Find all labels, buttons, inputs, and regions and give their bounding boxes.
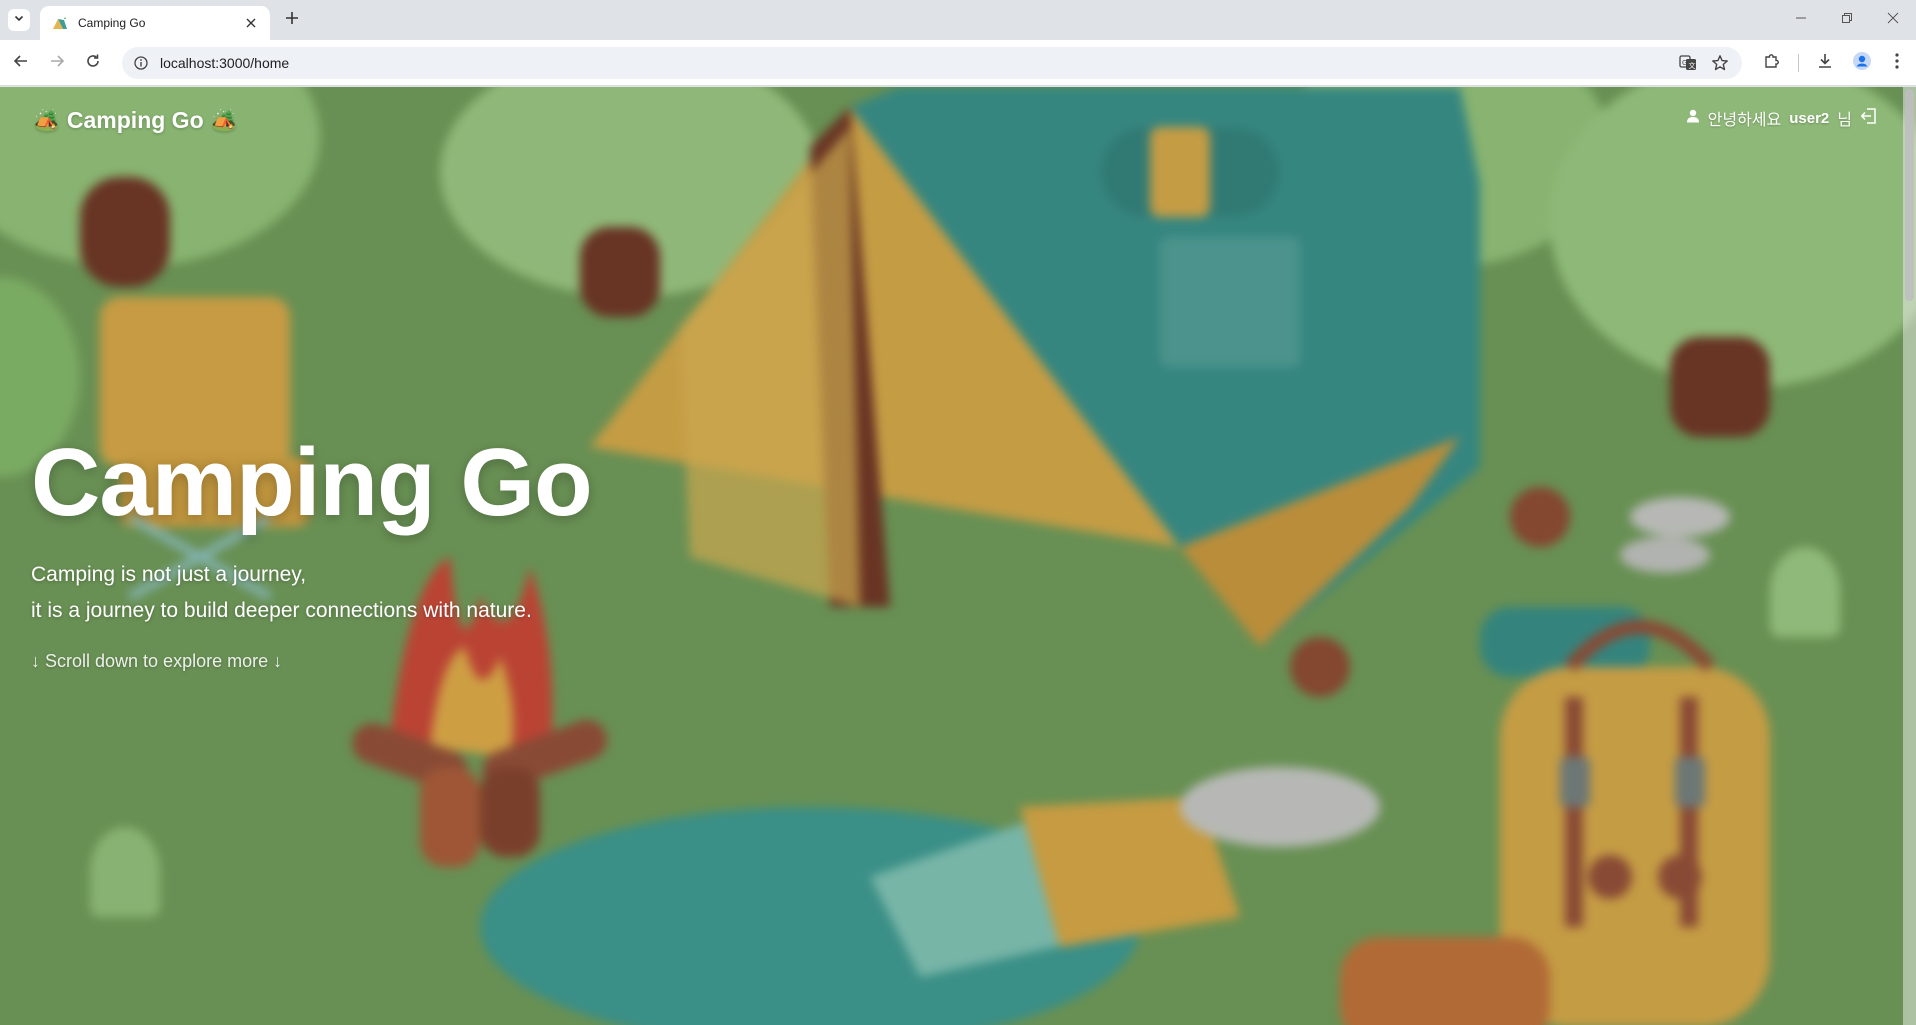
hero-subtitle-line: Camping is not just a journey, (31, 563, 307, 586)
site-header: 🏕️ Camping Go 🏕️ 안녕하세요 user2 님 (0, 87, 1916, 153)
browser-toolbar: localhost:3000/home G文 (0, 40, 1916, 86)
tab-list-button[interactable] (8, 9, 30, 31)
minimize-icon (1795, 11, 1807, 29)
forward-arrow-icon (49, 53, 65, 74)
profile-icon (1852, 51, 1872, 76)
forward-button[interactable] (45, 51, 69, 75)
url-text[interactable]: localhost:3000/home (160, 55, 1678, 71)
chevron-down-icon (13, 11, 25, 29)
back-button[interactable] (9, 51, 33, 75)
extensions-button[interactable] (1760, 51, 1784, 75)
puzzle-icon (1763, 52, 1781, 75)
download-icon (1816, 52, 1834, 75)
tent-emoji-icon: 🏕️ (34, 110, 59, 132)
logout-icon[interactable] (1860, 107, 1878, 130)
page-scrollbar[interactable] (1903, 87, 1916, 1025)
user-menu: 안녕하세요 user2 님 (1686, 106, 1878, 130)
scroll-hint: ↓ Scroll down to explore more ↓ (31, 651, 283, 671)
hero-subtitle-line: it is a journey to build deeper connecti… (31, 599, 532, 622)
downloads-button[interactable] (1813, 51, 1837, 75)
user-icon (1686, 109, 1700, 128)
address-bar[interactable]: localhost:3000/home G文 (122, 47, 1742, 79)
reload-button[interactable] (81, 51, 105, 75)
logo-text: Camping Go (66, 107, 204, 133)
username: user2 (1789, 109, 1830, 127)
browser-menu-button[interactable] (1885, 51, 1909, 75)
restore-icon (1841, 11, 1853, 29)
translate-icon[interactable]: G文 (1678, 53, 1698, 73)
back-arrow-icon (13, 53, 29, 74)
honorific-text: 님 (1837, 112, 1852, 129)
close-window-button[interactable] (1870, 0, 1916, 40)
window-controls (1778, 0, 1916, 40)
reload-icon (85, 53, 101, 74)
kebab-menu-icon (1894, 52, 1900, 75)
browser-tab[interactable]: Camping Go (40, 6, 270, 40)
plus-icon (285, 11, 299, 30)
svg-text:文: 文 (1689, 61, 1696, 70)
toolbar-separator (1798, 54, 1799, 72)
hero-title: Camping Go (31, 429, 593, 536)
minimize-button[interactable] (1778, 0, 1824, 40)
close-icon (1887, 11, 1899, 29)
close-icon[interactable] (242, 14, 260, 32)
hero-subtitle: Camping is not just a journey, it is a j… (31, 557, 592, 629)
profile-button[interactable] (1850, 51, 1874, 75)
restore-button[interactable] (1824, 0, 1870, 40)
tab-title: Camping Go (78, 16, 146, 30)
tent-emoji-icon: 🏕️ (211, 110, 237, 132)
tent-favicon-icon (52, 15, 68, 31)
svg-text:G: G (1682, 59, 1687, 67)
greeting-text: 안녕하세요 (1707, 112, 1782, 129)
info-icon[interactable] (132, 54, 150, 72)
web-page: 🏕️ Camping Go 🏕️ 안녕하세요 user2 님 Camping G… (0, 87, 1916, 1025)
scrollbar-thumb[interactable] (1905, 89, 1914, 301)
tab-bar: Camping Go (0, 0, 1916, 40)
new-tab-button[interactable] (281, 9, 303, 31)
hero-section: Camping Go Camping is not just a journey… (31, 429, 593, 672)
site-logo[interactable]: 🏕️ Camping Go 🏕️ (34, 107, 237, 134)
star-icon[interactable] (1710, 53, 1730, 73)
